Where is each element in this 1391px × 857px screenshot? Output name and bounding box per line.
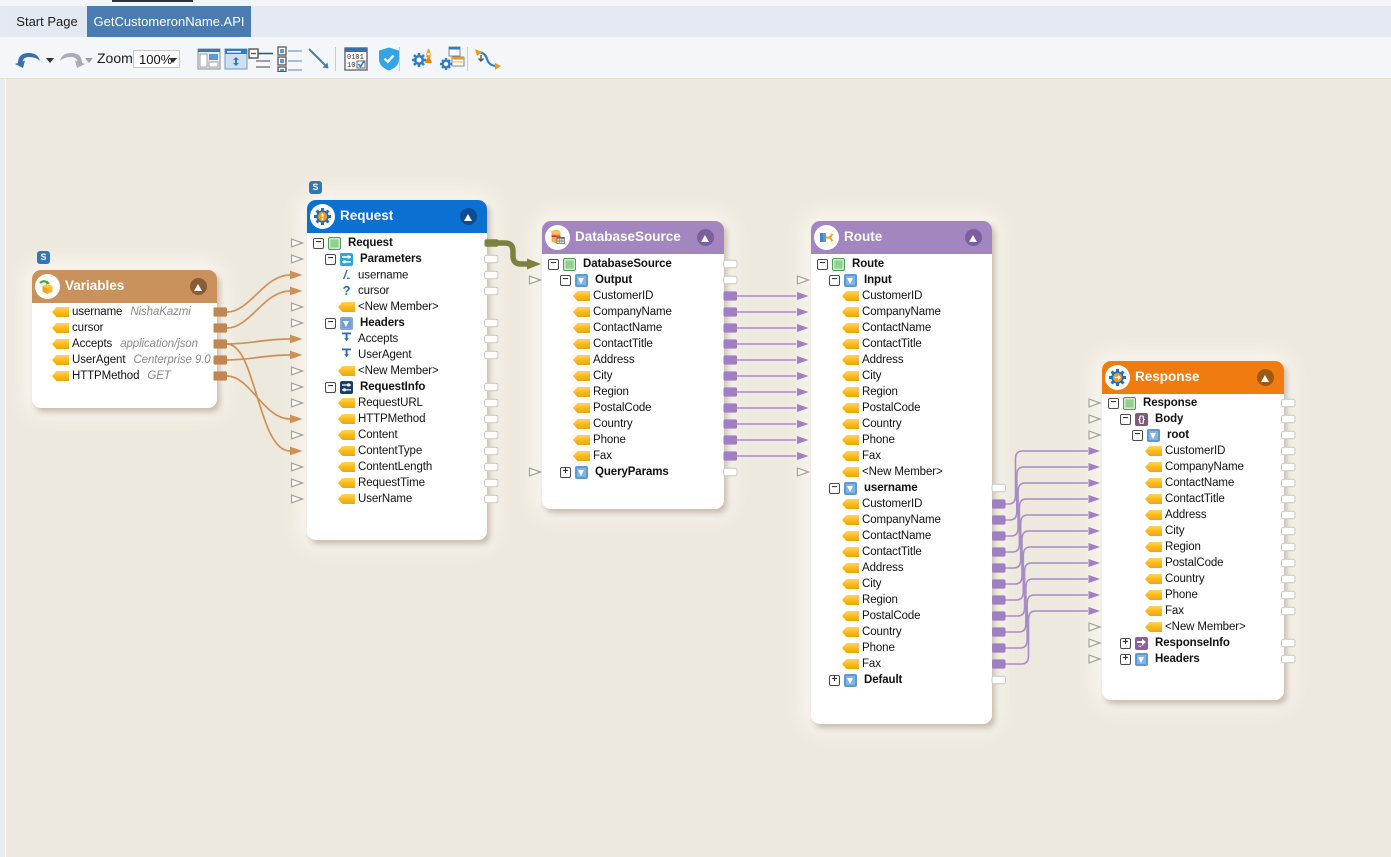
svg-text:10: 10 [347, 62, 355, 70]
